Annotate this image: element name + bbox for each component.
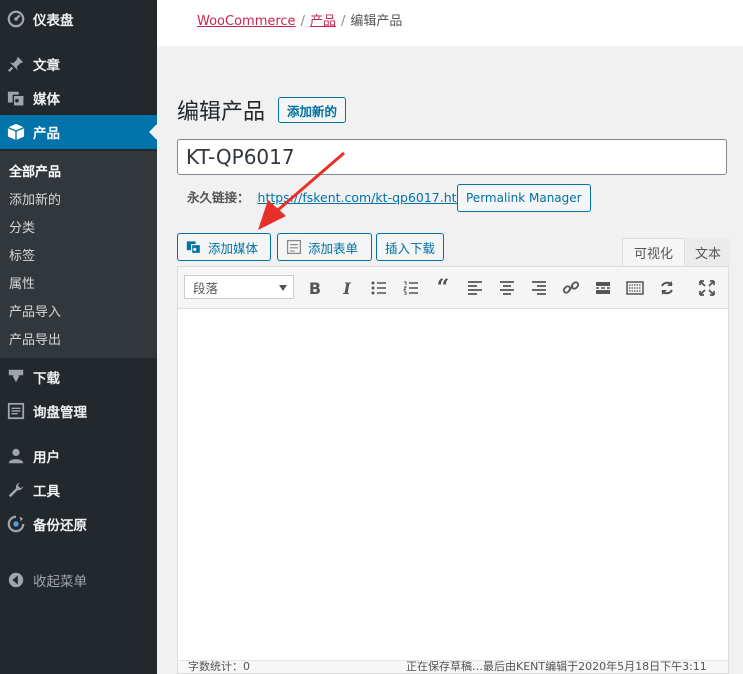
backup-icon — [6, 514, 26, 534]
italic-icon[interactable]: I — [336, 277, 358, 299]
form-icon — [286, 239, 302, 255]
submenu-import[interactable]: 产品导入 — [9, 301, 61, 320]
sidebar-item-label: 媒体 — [33, 92, 60, 108]
breadcrumb-separator: / — [340, 14, 346, 29]
sidebar-item-media[interactable]: 媒体 — [0, 81, 157, 115]
submenu-export[interactable]: 产品导出 — [9, 329, 61, 348]
product-box-icon — [6, 122, 26, 142]
tab-visual[interactable]: 可视化 — [622, 238, 685, 266]
align-right-icon[interactable] — [528, 277, 550, 299]
content-editor[interactable]: 段落 B I “ 字数统计：0 正在保存草稿…最后由KENT编辑于2020年5月… — [177, 266, 729, 674]
download-icon — [6, 367, 26, 387]
format-select-value: 段落 — [193, 280, 219, 296]
fullscreen-icon[interactable] — [696, 277, 718, 299]
dashboard-icon — [6, 9, 26, 29]
sidebar-item-inquiry[interactable]: 询盘管理 — [0, 394, 157, 428]
permalink-manager-button[interactable]: Permalink Manager — [457, 184, 591, 212]
read-more-icon[interactable] — [592, 277, 614, 299]
inquiry-icon — [6, 401, 26, 421]
page-title: 编辑产品 — [177, 100, 266, 125]
add-media-label: 添加媒体 — [208, 240, 259, 256]
submenu-all-products[interactable]: 全部产品 — [9, 161, 61, 180]
add-form-button[interactable]: 添加表单 — [277, 233, 372, 261]
sidebar-item-label: 文章 — [33, 58, 60, 74]
link-icon[interactable] — [560, 277, 582, 299]
blockquote-icon[interactable]: “ — [432, 275, 454, 301]
submenu-attributes[interactable]: 属性 — [9, 273, 35, 292]
submenu-categories[interactable]: 分类 — [9, 217, 35, 236]
sidebar-item-label: 询盘管理 — [33, 405, 87, 421]
media-icon — [6, 88, 26, 108]
align-left-icon[interactable] — [464, 277, 486, 299]
editor-toolbar: 段落 B I “ — [178, 267, 728, 309]
align-center-icon[interactable] — [496, 277, 518, 299]
sidebar-item-label: 下载 — [33, 371, 60, 387]
editor-status-bar: 字数统计：0 正在保存草稿…最后由KENT编辑于2020年5月18日下午3:11 — [178, 660, 728, 673]
tab-text[interactable]: 文本 — [686, 238, 730, 266]
breadcrumb-separator: / — [300, 14, 305, 29]
user-icon — [6, 446, 26, 466]
pin-icon — [6, 54, 26, 74]
sidebar-item-tools[interactable]: 工具 — [0, 473, 157, 507]
chevron-down-icon — [279, 285, 287, 291]
collapse-menu-label: 收起菜单 — [33, 574, 87, 590]
sidebar-item-label: 用户 — [33, 450, 60, 466]
sidebar-item-dashboard[interactable]: 仪表盘 — [0, 2, 157, 36]
breadcrumb-woocommerce[interactable]: WooCommerce — [197, 14, 296, 29]
breadcrumb-products[interactable]: 产品 — [310, 14, 336, 29]
breadcrumb: WooCommerce / 产品 / 编辑产品 — [197, 10, 402, 29]
breadcrumb-current: 编辑产品 — [350, 14, 403, 29]
collapse-arrow-icon — [6, 570, 26, 590]
admin-sidebar: 仪表盘 文章 媒体 产品 全部产品 添加新的 分类 标签 属性 产品导入 产品导… — [0, 0, 157, 674]
word-count: 字数统计：0 — [188, 660, 250, 673]
sidebar-item-users[interactable]: 用户 — [0, 439, 157, 473]
products-submenu: 全部产品 添加新的 分类 标签 属性 产品导入 产品导出 — [0, 151, 157, 358]
sidebar-item-label: 备份还原 — [33, 518, 87, 534]
bullet-list-icon[interactable] — [368, 277, 390, 299]
submenu-tags[interactable]: 标签 — [9, 245, 35, 264]
add-new-button[interactable]: 添加新的 — [278, 97, 347, 123]
add-media-button[interactable]: 添加媒体 — [177, 233, 271, 261]
draft-status: 正在保存草稿…最后由KENT编辑于2020年5月18日下午3:11 — [406, 660, 707, 673]
sidebar-item-products[interactable]: 产品 — [0, 115, 157, 149]
toolbar-toggle-icon[interactable] — [624, 277, 646, 299]
sidebar-item-label: 仪表盘 — [33, 13, 74, 29]
permalink-row: 永久链接： https://fskent.com/kt-qp6017.html — [187, 187, 472, 206]
numbered-list-icon[interactable] — [400, 277, 422, 299]
wrench-icon — [6, 480, 26, 500]
collapse-menu-button[interactable]: 收起菜单 — [0, 563, 157, 597]
sidebar-item-downloads[interactable]: 下载 — [0, 360, 157, 394]
media-icon — [186, 239, 202, 255]
permalink-label: 永久链接： — [187, 190, 250, 205]
sidebar-item-posts[interactable]: 文章 — [0, 47, 157, 81]
submenu-add-new[interactable]: 添加新的 — [9, 189, 61, 208]
sidebar-item-label: 工具 — [33, 484, 60, 500]
refresh-icon[interactable] — [656, 277, 678, 299]
insert-download-button[interactable]: 插入下载 — [376, 233, 444, 261]
sidebar-item-backup[interactable]: 备份还原 — [0, 507, 157, 541]
sidebar-item-label: 产品 — [33, 126, 60, 142]
product-title-input[interactable] — [177, 139, 727, 175]
add-form-label: 添加表单 — [308, 240, 359, 256]
paragraph-format-select[interactable]: 段落 — [184, 275, 294, 299]
permalink-url[interactable]: https://fskent.com/kt-qp6017.html — [258, 190, 473, 205]
bold-icon[interactable]: B — [304, 277, 326, 299]
